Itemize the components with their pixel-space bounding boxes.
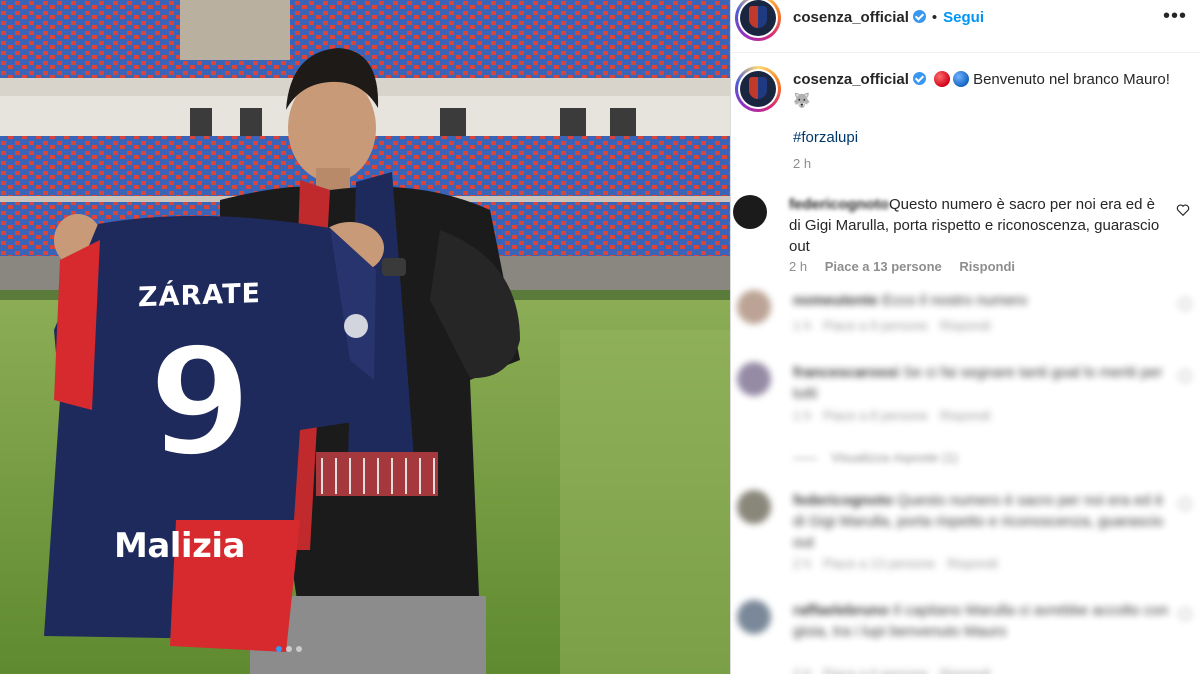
wolf-emoji-icon: 🐺 — [793, 92, 811, 108]
view-replies-button[interactable]: Visualizza risposte (1) — [793, 450, 958, 465]
comment-time: 2 h — [789, 259, 808, 274]
comment-avatar[interactable] — [737, 290, 771, 324]
reply-button[interactable]: Rispondi — [940, 408, 991, 423]
comment-likes[interactable]: Piace a 9 persone — [823, 318, 928, 333]
comment-avatar[interactable] — [737, 362, 771, 396]
comment-username[interactable]: nomeutente — [793, 292, 878, 309]
blue-circle-emoji-icon — [953, 71, 970, 87]
caption-text: Benvenuto nel branco Mauro! — [973, 71, 1170, 88]
post-caption: cosenza_official Benvenuto nel branco Ma… — [793, 70, 1173, 111]
comment-username[interactable]: federicognoto — [793, 492, 893, 509]
header-username[interactable]: cosenza_official — [793, 9, 909, 26]
comment-meta: 2 h Piace a 13 persone Rispondi — [789, 259, 1029, 274]
reply-button[interactable]: Rispondi — [947, 556, 998, 571]
follow-button[interactable]: Segui — [943, 9, 984, 26]
comment-username[interactable]: raffaelebruno — [793, 602, 889, 619]
comment-time: 1 h — [793, 318, 812, 333]
cosenza-logo-icon — [740, 71, 776, 107]
jersey-name: ZÁRATE — [138, 278, 261, 314]
comment-time: 2 h — [793, 556, 812, 571]
like-heart-icon[interactable] — [1179, 608, 1191, 620]
like-heart-icon[interactable] — [1179, 370, 1191, 382]
comment-likes[interactable]: Piace a 8 persone — [823, 408, 928, 423]
comment-body: Ecco il nostro numero — [882, 292, 1028, 309]
comment-avatar[interactable] — [737, 600, 771, 634]
carousel-dots[interactable] — [276, 646, 302, 652]
caption-avatar[interactable] — [735, 66, 781, 112]
stadium-photo — [0, 0, 730, 674]
more-options-icon[interactable]: ••• — [1163, 6, 1187, 26]
comment-avatar[interactable] — [733, 195, 767, 229]
comment-likes[interactable]: Piace a 6 persone — [823, 666, 928, 674]
comment-avatar[interactable] — [737, 490, 771, 524]
reply-button[interactable]: Rispondi — [940, 318, 991, 333]
comment-username[interactable]: federicognoto — [789, 196, 889, 213]
header-separator: • — [931, 9, 938, 26]
reply-button[interactable]: Rispondi — [959, 259, 1015, 274]
comment-likes[interactable]: Piace a 13 persone — [823, 556, 935, 571]
carousel-dot-1[interactable] — [276, 646, 282, 652]
hashtag-link[interactable]: #forzalupi — [793, 129, 858, 146]
carousel-dot-2[interactable] — [286, 646, 292, 652]
caption-username[interactable]: cosenza_official — [793, 71, 909, 88]
red-circle-emoji-icon — [934, 71, 951, 87]
header-divider — [731, 52, 1200, 53]
post-header: cosenza_official • Segui ••• — [731, 0, 1200, 41]
comment-username[interactable]: francescarossi — [793, 364, 899, 381]
comment-time: 2 h — [793, 666, 812, 674]
jersey-sponsor: Malizia — [114, 526, 245, 566]
caption-timestamp: 2 h — [793, 156, 812, 171]
jersey-number: 9 — [146, 316, 254, 490]
like-heart-icon[interactable] — [1176, 203, 1190, 217]
comment-text-block: federicognotoQuesto numero è sacro per n… — [789, 194, 1161, 257]
profile-avatar[interactable] — [735, 0, 781, 41]
post-sidebar: cosenza_official • Segui ••• cosenza_offic… — [730, 0, 1200, 674]
carousel-dot-3[interactable] — [296, 646, 302, 652]
verified-badge-icon — [912, 72, 926, 85]
post-photo[interactable]: ZÁRATE 9 Malizia — [0, 0, 730, 674]
like-heart-icon[interactable] — [1179, 298, 1191, 310]
cosenza-logo-icon — [740, 0, 776, 36]
like-heart-icon[interactable] — [1179, 498, 1191, 510]
verified-badge-icon — [912, 10, 926, 23]
comment-time: 1 h — [793, 408, 812, 423]
comment-likes[interactable]: Piace a 13 persone — [825, 259, 942, 274]
reply-button[interactable]: Rispondi — [940, 666, 991, 674]
